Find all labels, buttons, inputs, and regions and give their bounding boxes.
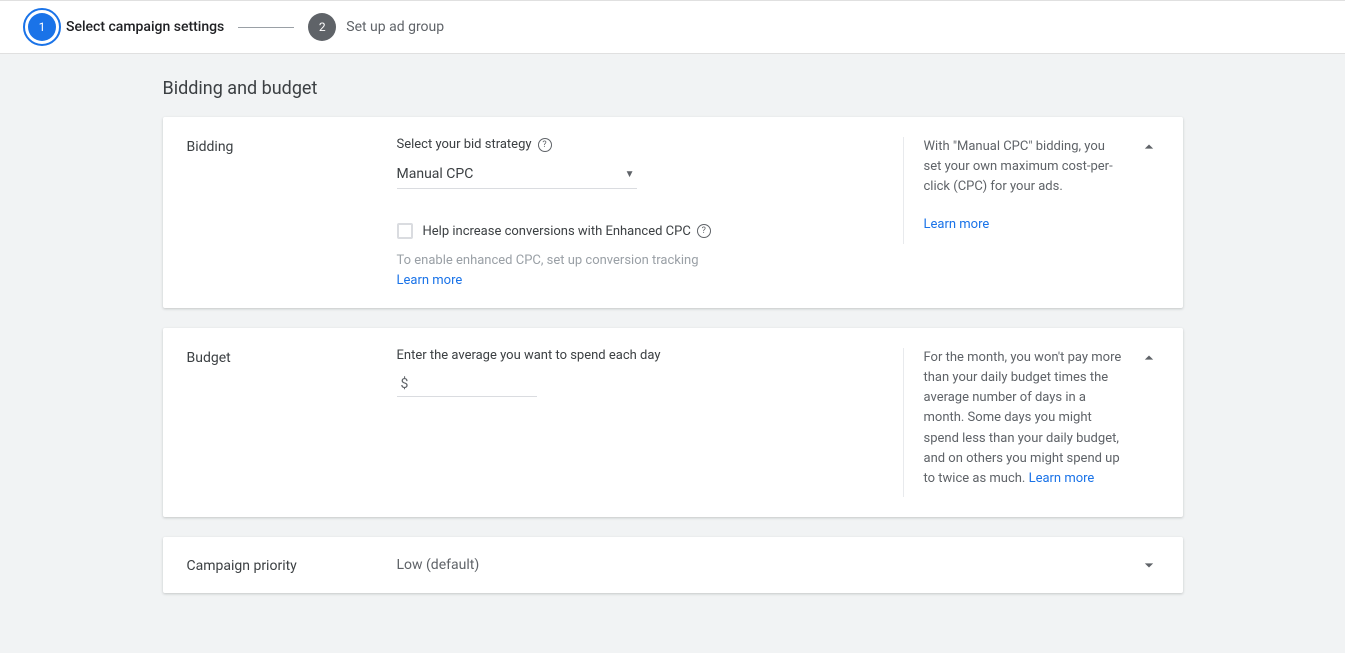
budget-aside-learn-more-link[interactable]: Learn more bbox=[1029, 471, 1095, 486]
budget-input[interactable] bbox=[412, 375, 536, 391]
step-2-label: Set up ad group bbox=[346, 19, 444, 35]
budget-title: Budget bbox=[187, 348, 397, 366]
enhanced-cpc-hint: To enable enhanced CPC, set up conversio… bbox=[397, 253, 879, 268]
step-connector bbox=[238, 27, 294, 28]
enhanced-cpc-label-wrap: Help increase conversions with Enhanced … bbox=[423, 224, 711, 239]
help-icon[interactable]: ? bbox=[697, 224, 711, 238]
bid-strategy-value: Manual CPC bbox=[397, 166, 474, 182]
bidding-card: Bidding Select your bid strategy ? Manua… bbox=[163, 117, 1183, 308]
currency-symbol: $ bbox=[397, 376, 409, 392]
budget-aside: For the month, you won't pay more than y… bbox=[903, 348, 1123, 497]
bidding-collapse-toggle[interactable] bbox=[1123, 137, 1159, 157]
budget-input-wrap: $ bbox=[397, 375, 537, 397]
bidding-title: Bidding bbox=[187, 137, 397, 155]
stepper: 1 Select campaign settings 2 Set up ad g… bbox=[0, 0, 1345, 54]
enhanced-cpc-learn-more-link[interactable]: Learn more bbox=[397, 273, 463, 288]
budget-collapse-toggle[interactable] bbox=[1123, 348, 1159, 368]
budget-card: Budget Enter the average you want to spe… bbox=[163, 328, 1183, 517]
budget-label: Enter the average you want to spend each… bbox=[397, 348, 879, 363]
content-area: Bidding and budget Bidding Select your b… bbox=[0, 54, 1345, 653]
budget-aside-text: For the month, you won't pay more than y… bbox=[924, 350, 1122, 486]
chevron-up-icon bbox=[1139, 137, 1159, 157]
priority-value: Low (default) bbox=[397, 557, 1123, 573]
help-icon[interactable]: ? bbox=[538, 138, 552, 152]
chevron-down-icon bbox=[1139, 555, 1159, 575]
priority-card[interactable]: Campaign priority Low (default) bbox=[163, 537, 1183, 593]
bidding-aside-learn-more-link[interactable]: Learn more bbox=[924, 217, 990, 232]
bid-strategy-label-row: Select your bid strategy ? bbox=[397, 137, 879, 152]
step-1[interactable]: 1 Select campaign settings bbox=[28, 13, 224, 41]
enhanced-cpc-checkbox[interactable] bbox=[397, 223, 413, 239]
section-title: Bidding and budget bbox=[163, 78, 1183, 99]
chevron-up-icon bbox=[1139, 348, 1159, 368]
step-2[interactable]: 2 Set up ad group bbox=[308, 13, 444, 41]
bid-strategy-select[interactable]: Manual CPC ▼ bbox=[397, 162, 637, 189]
enhanced-cpc-label: Help increase conversions with Enhanced … bbox=[423, 224, 691, 239]
step-2-circle: 2 bbox=[308, 13, 336, 41]
bidding-aside-text: With "Manual CPC" bidding, you set your … bbox=[924, 137, 1123, 197]
caret-down-icon: ▼ bbox=[625, 169, 635, 180]
priority-title: Campaign priority bbox=[187, 556, 397, 574]
bid-strategy-label: Select your bid strategy bbox=[397, 137, 532, 152]
step-1-label: Select campaign settings bbox=[66, 19, 224, 35]
priority-expand-toggle[interactable] bbox=[1123, 555, 1159, 575]
bidding-aside: With "Manual CPC" bidding, you set your … bbox=[903, 137, 1123, 244]
step-1-circle: 1 bbox=[28, 13, 56, 41]
enhanced-cpc-row: Help increase conversions with Enhanced … bbox=[397, 223, 879, 239]
